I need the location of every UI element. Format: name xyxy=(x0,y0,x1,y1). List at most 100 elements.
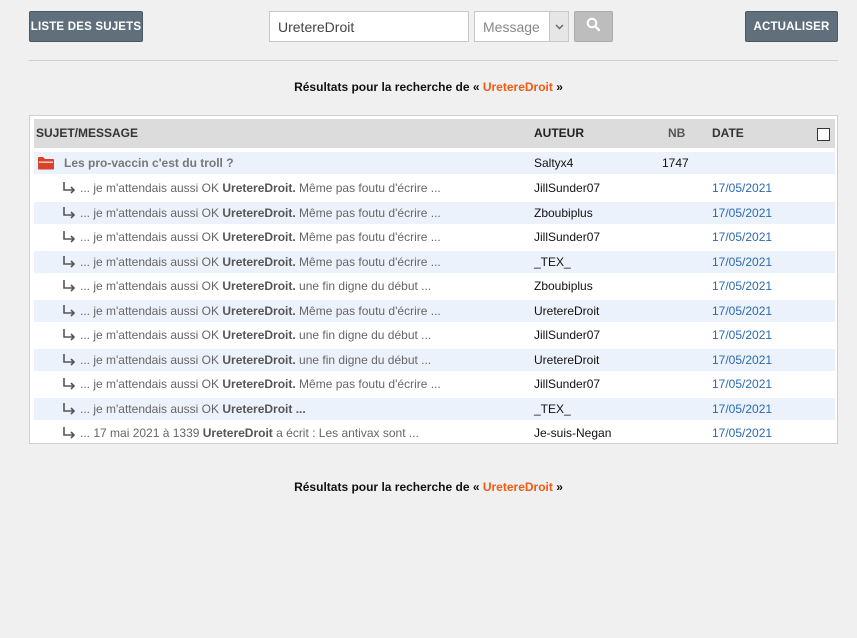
header-author[interactable]: AUTEUR xyxy=(534,119,584,148)
results-table: SUJET/MESSAGE AUTEUR NB DATE Les pro-vac… xyxy=(29,115,838,444)
reply-arrow-icon xyxy=(62,377,78,391)
message-date[interactable]: 17/05/2021 xyxy=(712,398,772,420)
message-excerpt[interactable]: ... je m'attendais aussi OK UretereDroit… xyxy=(80,324,431,346)
excerpt-post: une fin digne du début ... xyxy=(295,352,432,367)
results-prefix: Résultats pour la recherche de « xyxy=(294,80,483,94)
excerpt-pre: ... je m'attendais aussi OK xyxy=(80,328,223,342)
reply-arrow-icon xyxy=(62,426,78,440)
message-excerpt[interactable]: ... je m'attendais aussi OK UretereDroit… xyxy=(80,349,431,371)
header-subject: SUJET/MESSAGE xyxy=(36,126,139,140)
results-heading: Résultats pour la recherche de « Uretere… xyxy=(0,80,857,94)
topic-author[interactable]: Saltyx4 xyxy=(534,152,573,174)
search-mode-select[interactable]: Message xyxy=(474,11,569,42)
message-row[interactable]: ... je m'attendais aussi OK UretereDroit… xyxy=(34,177,835,199)
chevron-down-icon xyxy=(549,12,568,41)
message-row[interactable]: ... je m'attendais aussi OK UretereDroit… xyxy=(34,299,835,322)
message-excerpt[interactable]: ... je m'attendais aussi OK UretereDroit… xyxy=(80,202,441,224)
reply-arrow-icon xyxy=(62,206,78,220)
message-row[interactable]: ... 17 mai 2021 à 1339 UretereDroit a éc… xyxy=(34,422,835,444)
excerpt-post: Même pas foutu d'écrire ... xyxy=(295,181,441,195)
excerpt-post: Même pas foutu d'écrire ... xyxy=(295,254,441,269)
message-row[interactable]: ... je m'attendais aussi OK UretereDroit… xyxy=(34,226,835,248)
message-date[interactable]: 17/05/2021 xyxy=(712,300,772,322)
search-input[interactable] xyxy=(269,11,469,42)
message-excerpt[interactable]: ... je m'attendais aussi OK UretereDroit… xyxy=(80,275,431,297)
header-date[interactable]: DATE xyxy=(712,119,744,148)
topic-row[interactable]: Les pro-vaccin c'est du troll ? Saltyx4 … xyxy=(34,152,835,174)
message-date[interactable]: 17/05/2021 xyxy=(712,251,772,273)
excerpt-match: UretereDroit. xyxy=(222,181,296,195)
message-author[interactable]: UretereDroit xyxy=(534,300,599,322)
search-term: UretereDroit xyxy=(482,480,553,494)
message-date[interactable]: 17/05/2021 xyxy=(712,349,772,371)
select-all-checkbox[interactable] xyxy=(817,128,830,141)
excerpt-pre: ... je m'attendais aussi OK xyxy=(80,303,223,318)
message-author[interactable]: Zboubiplus xyxy=(534,202,593,224)
excerpt-post: Même pas foutu d'écrire ... xyxy=(295,205,441,220)
excerpt-match: UretereDroit. xyxy=(222,377,296,391)
message-excerpt[interactable]: ... je m'attendais aussi OK UretereDroit… xyxy=(80,177,441,199)
excerpt-pre: ... je m'attendais aussi OK xyxy=(80,279,223,293)
message-row[interactable]: ... je m'attendais aussi OK UretereDroit… xyxy=(34,275,835,297)
topic-list-button[interactable]: LISTE DES SUJETS xyxy=(29,11,143,42)
message-row[interactable]: ... je m'attendais aussi OK UretereDroit… xyxy=(34,348,835,371)
reply-arrow-icon xyxy=(62,304,78,318)
reply-arrow-icon xyxy=(62,230,78,244)
message-excerpt[interactable]: ... je m'attendais aussi OK UretereDroit… xyxy=(80,398,306,420)
excerpt-pre: ... je m'attendais aussi OK xyxy=(80,401,223,416)
message-author[interactable]: _TEX_ xyxy=(534,251,571,273)
message-author[interactable]: Zboubiplus xyxy=(534,275,593,297)
excerpt-match: UretereDroit. xyxy=(222,254,296,269)
message-row[interactable]: ... je m'attendais aussi OK UretereDroit… xyxy=(34,324,835,346)
message-author[interactable]: JillSunder07 xyxy=(534,373,600,395)
excerpt-pre: ... je m'attendais aussi OK xyxy=(80,181,223,195)
reply-arrow-icon xyxy=(62,181,78,195)
results-heading-bottom: Résultats pour la recherche de « Uretere… xyxy=(0,480,857,494)
message-author[interactable]: JillSunder07 xyxy=(534,177,600,199)
message-date[interactable]: 17/05/2021 xyxy=(712,422,772,444)
reply-arrow-icon xyxy=(62,328,78,342)
topic-count: 1747 xyxy=(662,156,689,170)
message-date[interactable]: 17/05/2021 xyxy=(712,275,772,297)
message-author[interactable]: _TEX_ xyxy=(534,398,571,420)
search-term: UretereDroit xyxy=(482,80,553,94)
results-prefix: Résultats pour la recherche de « xyxy=(294,480,483,494)
search-mode-value: Message xyxy=(483,18,540,35)
header-nb[interactable]: NB xyxy=(668,119,685,148)
excerpt-post: une fin digne du début ... xyxy=(295,279,432,293)
search-button[interactable] xyxy=(574,11,613,42)
message-excerpt[interactable]: ... 17 mai 2021 à 1339 UretereDroit a éc… xyxy=(80,422,419,444)
excerpt-post: Même pas foutu d'écrire ... xyxy=(295,230,441,244)
excerpt-pre: ... je m'attendais aussi OK xyxy=(80,377,223,391)
message-excerpt[interactable]: ... je m'attendais aussi OK UretereDroit… xyxy=(80,226,441,248)
message-author[interactable]: JillSunder07 xyxy=(534,226,600,248)
results-suffix: » xyxy=(552,80,563,94)
message-row[interactable]: ... je m'attendais aussi OK UretereDroit… xyxy=(34,250,835,273)
reply-arrow-icon xyxy=(62,255,78,269)
excerpt-match: UretereDroit. xyxy=(222,303,296,318)
message-date[interactable]: 17/05/2021 xyxy=(712,226,772,248)
message-author[interactable]: UretereDroit xyxy=(534,349,599,371)
table-header: SUJET/MESSAGE AUTEUR NB DATE xyxy=(34,119,835,148)
reply-arrow-icon xyxy=(62,402,78,416)
message-date[interactable]: 17/05/2021 xyxy=(712,324,772,346)
excerpt-match: UretereDroit. xyxy=(222,205,296,220)
message-excerpt[interactable]: ... je m'attendais aussi OK UretereDroit… xyxy=(80,300,441,322)
message-author[interactable]: Je-suis-Negan xyxy=(534,422,611,444)
message-excerpt[interactable]: ... je m'attendais aussi OK UretereDroit… xyxy=(80,251,441,273)
reply-arrow-icon xyxy=(62,353,78,367)
reply-arrow-icon xyxy=(62,279,78,293)
refresh-button[interactable]: ACTUALISER xyxy=(745,11,838,42)
message-date[interactable]: 17/05/2021 xyxy=(712,177,772,199)
message-excerpt[interactable]: ... je m'attendais aussi OK UretereDroit… xyxy=(80,373,441,395)
message-row[interactable]: ... je m'attendais aussi OK UretereDroit… xyxy=(34,397,835,420)
excerpt-match: UretereDroit. xyxy=(222,279,296,293)
message-row[interactable]: ... je m'attendais aussi OK UretereDroit… xyxy=(34,373,835,395)
message-author[interactable]: JillSunder07 xyxy=(534,324,600,346)
message-row[interactable]: ... je m'attendais aussi OK UretereDroit… xyxy=(34,201,835,224)
excerpt-match: UretereDroit. xyxy=(222,230,296,244)
excerpt-post: une fin digne du début ... xyxy=(295,328,432,342)
message-date[interactable]: 17/05/2021 xyxy=(712,373,772,395)
message-date[interactable]: 17/05/2021 xyxy=(712,202,772,224)
topic-title[interactable]: Les pro-vaccin c'est du troll ? xyxy=(64,152,234,174)
